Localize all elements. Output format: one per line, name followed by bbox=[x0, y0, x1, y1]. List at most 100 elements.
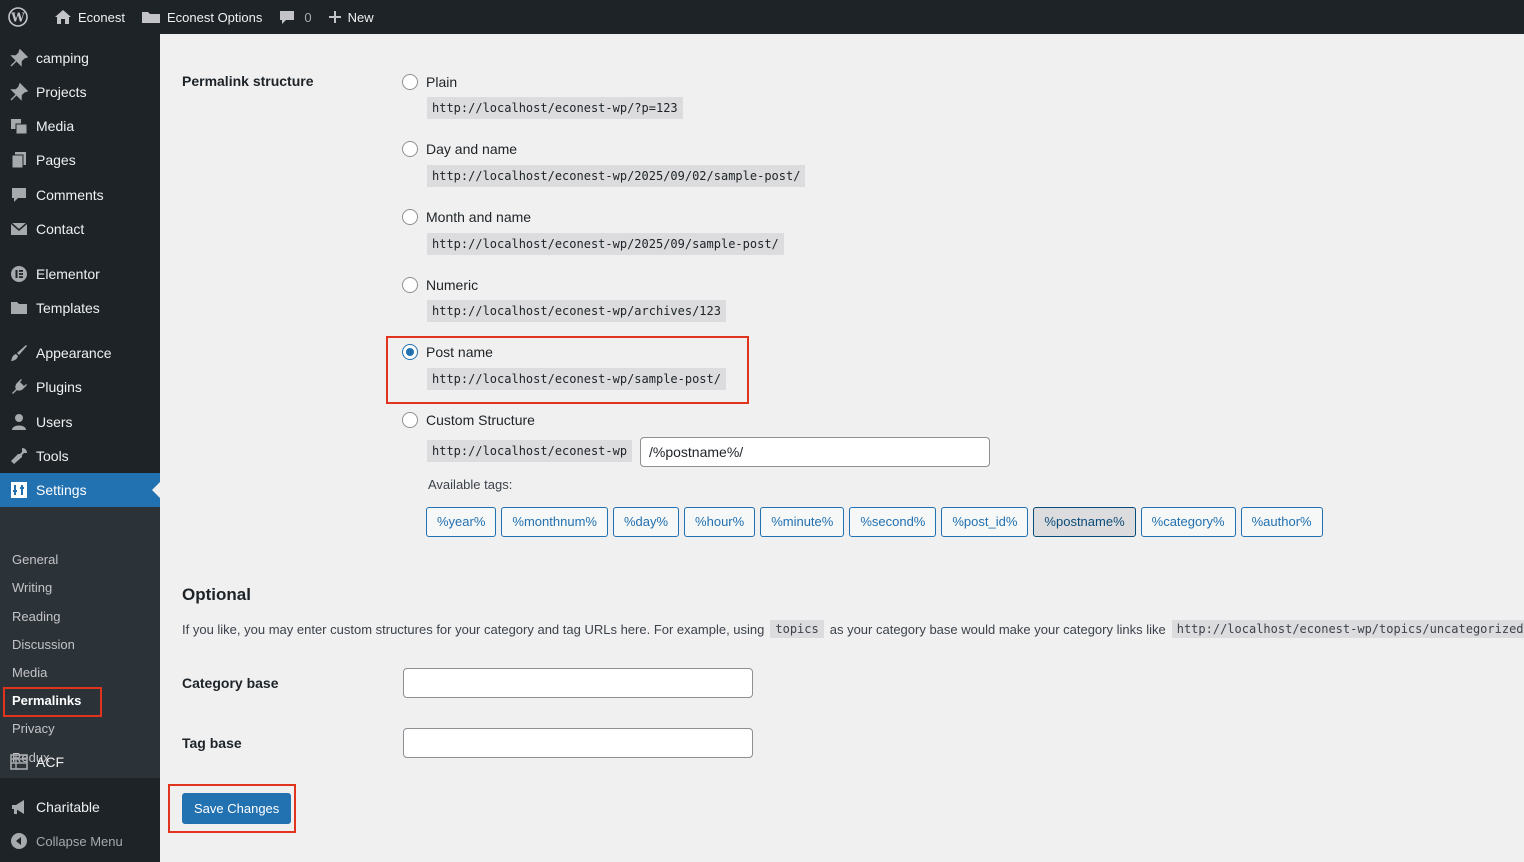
plugin-icon bbox=[9, 377, 29, 397]
home-icon bbox=[55, 10, 71, 24]
menu-item-plugins[interactable]: Plugins bbox=[0, 370, 160, 404]
site-name-link[interactable]: Econest bbox=[46, 0, 133, 34]
tag-day-button[interactable]: %day% bbox=[612, 507, 680, 537]
tag-postname-button[interactable]: %postname% bbox=[1033, 507, 1136, 537]
main-content: Permalink structure Plain http://localho… bbox=[160, 34, 1524, 862]
submenu-item-media[interactable]: Media bbox=[12, 663, 47, 683]
example-url-plain: http://localhost/econest-wp/?p=123 bbox=[427, 97, 683, 119]
folder-icon bbox=[141, 12, 160, 23]
site-name: Econest bbox=[78, 9, 125, 25]
menu-item-tools[interactable]: Tools bbox=[0, 439, 160, 473]
menu-item-templates[interactable]: Templates bbox=[0, 291, 160, 325]
menu-item-label: Plugins bbox=[36, 379, 82, 395]
optional-heading: Optional bbox=[182, 585, 251, 604]
collapse-menu-label: Collapse Menu bbox=[36, 833, 123, 849]
settings-icon bbox=[9, 480, 29, 500]
menu-item-contact[interactable]: Contact bbox=[0, 212, 160, 246]
available-tags: %year% %monthnum% %day% %hour% %minute% … bbox=[426, 507, 1328, 537]
menu-item-appearance[interactable]: Appearance bbox=[0, 336, 160, 370]
menu-item-label: Appearance bbox=[36, 345, 112, 361]
tag-author-button[interactable]: %author% bbox=[1240, 507, 1323, 537]
custom-structure-prefix: http://localhost/econest-wp bbox=[427, 440, 633, 462]
submenu-item-reading[interactable]: Reading bbox=[12, 607, 60, 627]
permalink-structure-label: Permalink structure bbox=[182, 73, 314, 89]
category-base-input[interactable] bbox=[403, 668, 753, 698]
post-name-highlight-box bbox=[386, 336, 749, 404]
submenu-item-discussion[interactable]: Discussion bbox=[12, 635, 75, 655]
folder-icon bbox=[9, 298, 29, 318]
submenu-item-writing[interactable]: Writing bbox=[12, 578, 52, 598]
menu-item-label: Charitable bbox=[36, 799, 100, 815]
admin-bar: W Econest Econest Options 0 New bbox=[0, 0, 1524, 34]
tag-post-id-button[interactable]: %post_id% bbox=[941, 507, 1029, 537]
brush-icon bbox=[9, 343, 29, 363]
menu-item-label: Pages bbox=[36, 152, 76, 168]
menu-item-acf[interactable]: ACF bbox=[0, 745, 160, 779]
menu-item-label: Elementor bbox=[36, 266, 100, 282]
menu-item-projects[interactable]: Projects bbox=[0, 75, 160, 109]
menu-item-comments[interactable]: Comments bbox=[0, 178, 160, 212]
submenu-item-general[interactable]: General bbox=[12, 550, 58, 570]
menu-item-label: Contact bbox=[36, 221, 85, 237]
category-base-label: Category base bbox=[182, 675, 279, 691]
menu-item-charitable[interactable]: Charitable bbox=[0, 790, 160, 824]
table-icon bbox=[9, 752, 29, 772]
option-plain[interactable]: Plain bbox=[402, 74, 457, 90]
menu-item-media[interactable]: Media bbox=[0, 109, 160, 143]
menu-item-pages[interactable]: Pages bbox=[0, 143, 160, 177]
option-day-and-name[interactable]: Day and name bbox=[402, 141, 517, 157]
admin-sidebar: camping Projects Media Pages Comments Co… bbox=[0, 34, 160, 862]
econest-options-link[interactable]: Econest Options bbox=[133, 0, 270, 34]
collapse-menu-button[interactable]: Collapse Menu bbox=[0, 824, 160, 858]
example-url-day-and-name: http://localhost/econest-wp/2025/09/02/s… bbox=[427, 165, 806, 187]
option-label: Custom Structure bbox=[426, 412, 535, 428]
menu-item-settings[interactable]: Settings bbox=[0, 473, 160, 507]
tag-base-input[interactable] bbox=[403, 728, 753, 758]
tag-monthnum-button[interactable]: %monthnum% bbox=[501, 507, 608, 537]
user-icon bbox=[9, 412, 29, 432]
media-icon bbox=[9, 116, 29, 136]
menu-item-users[interactable]: Users bbox=[0, 405, 160, 439]
tag-base-label: Tag base bbox=[182, 735, 242, 751]
example-url-month-and-name: http://localhost/econest-wp/2025/09/samp… bbox=[427, 233, 784, 255]
available-tags-label: Available tags: bbox=[428, 477, 513, 492]
submenu-item-privacy[interactable]: Privacy bbox=[12, 719, 55, 739]
option-label: Plain bbox=[426, 74, 458, 90]
tag-second-button[interactable]: %second% bbox=[849, 507, 937, 537]
optional-desc-code-url: http://localhost/econest-wp/topics/uncat… bbox=[1171, 620, 1524, 638]
new-label: New bbox=[347, 9, 374, 25]
new-content-link[interactable]: New bbox=[320, 0, 382, 34]
radio-day-and-name[interactable] bbox=[402, 141, 418, 157]
option-custom-structure[interactable]: Custom Structure bbox=[402, 412, 535, 428]
radio-month-and-name[interactable] bbox=[402, 209, 418, 225]
option-numeric[interactable]: Numeric bbox=[402, 277, 478, 293]
tag-minute-button[interactable]: %minute% bbox=[760, 507, 845, 537]
svg-text:W: W bbox=[10, 11, 25, 25]
menu-item-label: Comments bbox=[36, 187, 104, 203]
optional-desc-code-topics: topics bbox=[770, 620, 824, 638]
menu-item-label: Tools bbox=[36, 448, 69, 464]
radio-custom-structure[interactable] bbox=[402, 412, 418, 428]
optional-desc-text: If you like, you may enter custom struct… bbox=[182, 621, 765, 637]
option-month-and-name[interactable]: Month and name bbox=[402, 209, 531, 225]
tag-category-button[interactable]: %category% bbox=[1140, 507, 1236, 537]
option-label: Day and name bbox=[426, 141, 518, 157]
tag-hour-button[interactable]: %hour% bbox=[684, 507, 756, 537]
menu-item-elementor[interactable]: Elementor bbox=[0, 257, 160, 291]
example-url-numeric: http://localhost/econest-wp/archives/123 bbox=[427, 300, 726, 322]
radio-plain[interactable] bbox=[402, 74, 418, 90]
wordpress-logo-icon[interactable]: W bbox=[0, 0, 46, 34]
menu-item-camping[interactable]: camping bbox=[0, 41, 160, 75]
tag-year-button[interactable]: %year% bbox=[426, 507, 497, 537]
custom-structure-input[interactable]: /%postname%/ bbox=[640, 437, 990, 467]
menu-item-label: Projects bbox=[36, 84, 87, 100]
radio-numeric[interactable] bbox=[402, 277, 418, 293]
pin-icon bbox=[9, 82, 29, 102]
settings-submenu: General Writing Reading Discussion Media… bbox=[0, 507, 160, 778]
menu-item-label: ACF bbox=[36, 754, 64, 770]
optional-desc-text: as your category base would make your ca… bbox=[829, 621, 1166, 637]
comments-link[interactable]: 0 bbox=[270, 0, 319, 34]
comment-icon bbox=[9, 185, 29, 205]
pages-icon bbox=[9, 150, 29, 170]
megaphone-icon bbox=[9, 797, 29, 817]
